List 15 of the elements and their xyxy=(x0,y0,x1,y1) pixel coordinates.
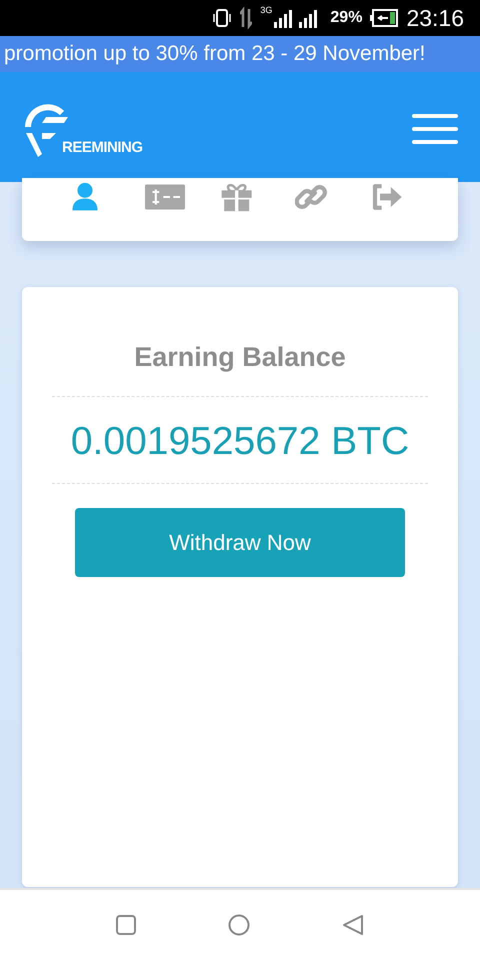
vibrate-icon xyxy=(212,8,232,28)
data-arrows-icon xyxy=(240,7,252,29)
clock-time: 23:16 xyxy=(406,4,464,33)
menu-button[interactable] xyxy=(412,112,458,146)
balance-amount: 0.0019525672 BTC xyxy=(70,418,410,464)
logo[interactable]: REEMINING xyxy=(24,97,143,161)
back-button[interactable] xyxy=(342,914,364,936)
home-button[interactable] xyxy=(228,914,250,936)
promo-banner-text: promotion up to 30% from 23 - 29 November! xyxy=(3,41,426,68)
recent-apps-button[interactable] xyxy=(116,915,136,935)
battery-percent: 29% xyxy=(330,8,362,28)
withdraw-button[interactable]: Withdraw Now xyxy=(75,508,405,577)
network-type: 3G xyxy=(260,4,272,17)
balance-title: Earning Balance xyxy=(133,341,347,374)
battery-charging-icon xyxy=(370,9,398,27)
